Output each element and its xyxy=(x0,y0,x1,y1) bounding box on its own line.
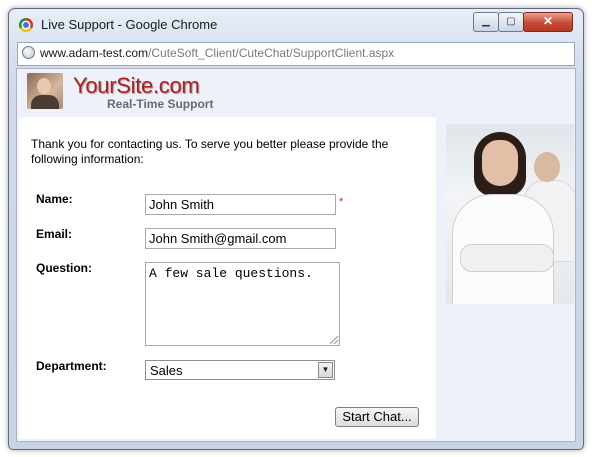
name-label: Name: xyxy=(36,192,73,206)
globe-icon xyxy=(22,46,35,59)
site-tagline: Real-Time Support xyxy=(107,97,214,111)
url-text[interactable]: www.adam-test.com/CuteSoft_Client/CuteCh… xyxy=(40,46,394,60)
email-label: Email: xyxy=(36,227,73,241)
name-field[interactable]: John Smith xyxy=(145,194,336,215)
chevron-down-icon[interactable]: ▼ xyxy=(318,362,333,378)
support-agent-logo xyxy=(27,73,63,109)
photo-face xyxy=(482,140,518,186)
start-chat-button[interactable]: Start Chat... xyxy=(335,407,419,427)
site-header: YourSite.com Real-Time Support xyxy=(17,69,575,117)
photo-arms xyxy=(460,244,554,272)
question-text: A few sale questions. xyxy=(149,266,313,281)
question-label: Question: xyxy=(36,261,92,275)
photo-background-face xyxy=(534,152,560,182)
browser-window: Live Support - Google Chrome ▁ ▢ ✕ www.a… xyxy=(8,8,584,450)
url-path: /CuteSoft_Client/CuteChat/SupportClient.… xyxy=(148,46,395,60)
site-name: YourSite.com xyxy=(73,73,200,98)
chrome-logo-icon xyxy=(19,18,33,32)
resize-grip-icon[interactable] xyxy=(330,336,338,344)
url-host: www.adam-test.com xyxy=(40,46,149,60)
department-label: Department: xyxy=(36,359,107,373)
intro-text: Thank you for contacting us. To serve yo… xyxy=(31,137,389,166)
minimize-button[interactable]: ▁ xyxy=(473,12,499,32)
title-bar: Live Support - Google Chrome ▁ ▢ ✕ xyxy=(9,9,583,39)
window-title: Live Support - Google Chrome xyxy=(41,17,218,32)
required-marker: * xyxy=(339,196,344,208)
support-agent-photo xyxy=(446,124,574,304)
close-button[interactable]: ✕ xyxy=(523,12,573,32)
support-form: Thank you for contacting us. To serve yo… xyxy=(19,117,436,439)
page-content: YourSite.com Real-Time Support Thank you… xyxy=(16,68,576,442)
question-textarea[interactable]: A few sale questions. xyxy=(145,262,340,346)
email-field[interactable]: John Smith@gmail.com xyxy=(145,228,336,249)
address-bar[interactable]: www.adam-test.com/CuteSoft_Client/CuteCh… xyxy=(17,42,575,66)
maximize-button[interactable]: ▢ xyxy=(498,12,524,32)
department-selected: Sales xyxy=(150,363,183,378)
department-select[interactable]: Sales ▼ xyxy=(145,360,335,380)
